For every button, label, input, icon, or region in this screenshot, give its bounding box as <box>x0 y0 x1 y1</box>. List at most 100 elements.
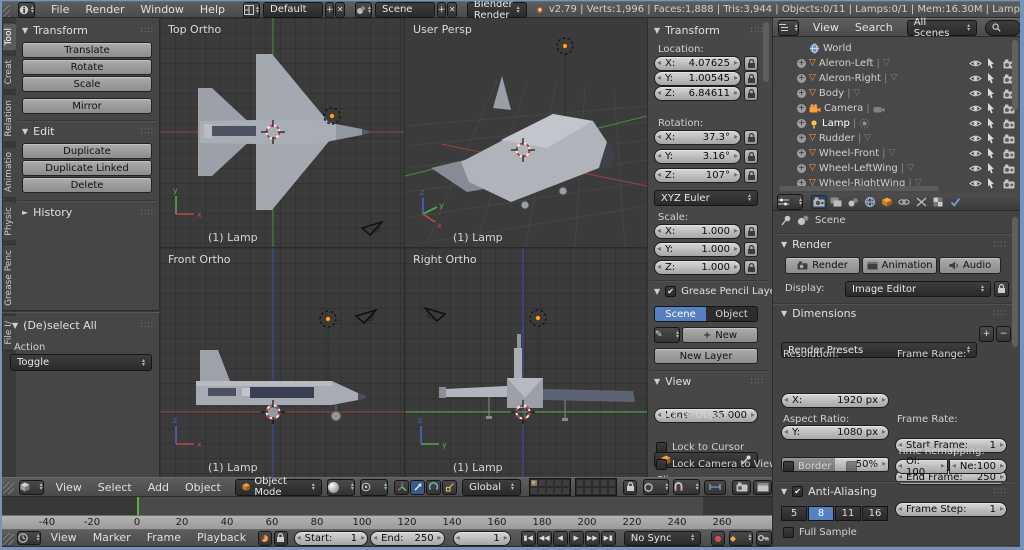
rotation-mode-select[interactable]: XYZ Euler <box>654 190 758 206</box>
action-select[interactable]: Toggle <box>10 354 152 371</box>
menu-item[interactable]: View <box>805 19 847 36</box>
remap-new-field[interactable]: Ne:100 <box>948 459 1007 474</box>
lock-button[interactable] <box>744 168 758 183</box>
opengl-render-animation-button[interactable] <box>753 479 772 495</box>
lock-button[interactable] <box>744 86 758 101</box>
outliner-row[interactable]: ▽ Aleron-Right | ▽ <box>773 71 1015 86</box>
shelf-button[interactable]: Delete <box>22 177 152 193</box>
border-checkbox[interactable] <box>783 461 794 472</box>
resolution-y-field[interactable]: Y:1080 px <box>781 425 889 440</box>
visibility-eye-toggle[interactable] <box>969 119 982 128</box>
shelf-tab[interactable]: Physic <box>2 200 16 242</box>
panel-drag-icon[interactable]: ∷∷ <box>994 309 1007 319</box>
visibility-eye-toggle[interactable] <box>969 59 982 68</box>
n-panel-scrollbar[interactable] <box>763 22 769 82</box>
shelf-tab[interactable]: Grease Penc <box>2 244 16 313</box>
aa-sample-button[interactable]: 5 <box>781 506 807 521</box>
camera-object[interactable] <box>355 309 377 324</box>
panel-drag-icon[interactable]: ∷∷ <box>141 208 154 218</box>
camera-object[interactable] <box>424 307 446 322</box>
play-button[interactable]: ▶ <box>568 530 584 546</box>
tab-object[interactable] <box>879 195 895 209</box>
next-keyframe-button[interactable]: ▶▶ <box>584 530 600 546</box>
editor-type-button[interactable] <box>19 479 44 495</box>
viewport-top-ortho[interactable]: y x Top Ortho (1) Lamp <box>160 18 405 248</box>
screen-layout-icon-button[interactable] <box>242 1 260 18</box>
selectability-toggle[interactable] <box>987 133 995 144</box>
remap-old-field[interactable]: Ol: 100 <box>895 456 948 478</box>
renderability-toggle[interactable] <box>1003 179 1015 189</box>
location-value-field[interactable]: Y:1.00545 <box>654 71 741 86</box>
lock-button[interactable] <box>744 56 758 71</box>
jump-to-start-button[interactable]: ▮◀ <box>520 530 536 546</box>
viewport-right-ortho[interactable]: z y Right Ortho (1) Lamp <box>405 248 647 477</box>
aa-sample-button[interactable]: 11 <box>835 506 861 521</box>
close-scene-button[interactable]: ✕ <box>447 1 457 18</box>
lock-to-scene-button[interactable] <box>622 479 638 495</box>
lamp-object[interactable] <box>319 310 337 328</box>
menu-item[interactable]: Object <box>177 479 229 496</box>
outliner-row[interactable]: ▽ Wheel-Front | ▽ <box>773 146 1015 161</box>
outliner-row[interactable]: ▽ Lamp | ▽ <box>773 116 1015 131</box>
panel-drag-icon[interactable]: ∷∷ <box>994 487 1007 497</box>
visibility-eye-toggle[interactable] <box>969 134 982 143</box>
panel-title-render[interactable]: ▼ Render ∷∷ <box>781 238 1007 251</box>
menu-item[interactable]: View <box>48 479 90 496</box>
panel-drag-icon[interactable]: ∷∷ <box>751 377 764 387</box>
mirror-button[interactable]: Mirror <box>22 98 152 114</box>
layer-group-1[interactable] <box>528 478 571 496</box>
selectability-toggle[interactable] <box>987 178 995 189</box>
frame-start-field[interactable]: Start:1 <box>293 530 369 546</box>
proportional-edit-select[interactable] <box>643 479 670 495</box>
lock-button[interactable] <box>744 149 758 164</box>
aa-sample-button[interactable]: 8 <box>808 506 834 521</box>
manipulator-toggle-button[interactable] <box>394 479 410 495</box>
expand-icon[interactable] <box>797 89 806 98</box>
auto-keyframe-button[interactable]: ● <box>711 530 725 546</box>
menu-item[interactable]: Render <box>77 1 132 18</box>
visibility-eye-toggle[interactable] <box>969 179 982 188</box>
menu-item[interactable]: Window <box>133 1 192 18</box>
panel-drag-icon[interactable]: ∷∷ <box>141 321 154 331</box>
renderability-toggle[interactable] <box>1003 134 1015 144</box>
snap-select[interactable] <box>673 479 700 495</box>
add-layout-button[interactable]: + <box>324 1 335 18</box>
shelf-button[interactable]: Duplicate <box>22 143 152 159</box>
menu-item[interactable]: Frame <box>139 530 189 546</box>
draw-mode-button[interactable]: ✎ <box>654 327 680 343</box>
lamp-object[interactable] <box>556 37 574 55</box>
panel-title-grease-pencil[interactable]: ▼ ✔ Grease Pencil Layers <box>654 286 785 297</box>
shelf-button[interactable]: Rotate <box>22 59 152 75</box>
lamp-object[interactable] <box>529 309 547 327</box>
panel-drag-icon[interactable]: ∷∷ <box>751 26 764 36</box>
tab-constraints[interactable] <box>896 195 912 209</box>
gp-new-button[interactable]: + New <box>682 327 758 343</box>
visibility-eye-toggle[interactable] <box>969 89 982 98</box>
panel-title-view[interactable]: ▼ View ∷∷ <box>654 375 764 388</box>
aa-sample-button[interactable]: 16 <box>862 506 888 521</box>
anti-aliasing-checkbox[interactable]: ✔ <box>792 486 804 497</box>
menu-item[interactable]: View <box>43 530 85 546</box>
lock-camera-checkbox[interactable] <box>656 459 667 470</box>
outliner-hscrollbar[interactable] <box>779 186 939 191</box>
tab-scene[interactable] <box>845 195 861 209</box>
mode-select[interactable]: Object Mode <box>234 476 322 498</box>
frame-end-field[interactable]: End:250 <box>370 530 445 546</box>
scale-value-field[interactable]: X:1.000 <box>654 224 741 239</box>
renderability-toggle[interactable] <box>1003 149 1015 159</box>
shelf-tab[interactable]: Tool <box>2 22 16 52</box>
viewport-front-ortho[interactable]: z x Front Ortho (1) Lamp <box>160 248 405 477</box>
layer-group-2[interactable] <box>574 478 617 496</box>
lock-button[interactable] <box>744 71 758 86</box>
play-reverse-button[interactable]: ◀ <box>552 530 568 546</box>
panel-title-dimensions[interactable]: ▼ Dimensions ∷∷ <box>781 307 1007 320</box>
panel-title-history[interactable]: ► History ∷∷ <box>22 206 154 219</box>
menu-item[interactable]: Search <box>847 19 901 36</box>
selectability-toggle[interactable] <box>987 73 995 84</box>
lock-button[interactable] <box>744 242 758 257</box>
tab-render[interactable] <box>811 194 827 209</box>
tab-object[interactable]: Object <box>706 307 757 321</box>
location-value-field[interactable]: X:4.07625 <box>654 56 741 71</box>
screen-layout-field[interactable]: Default <box>263 1 323 18</box>
region-grip[interactable] <box>3 532 14 545</box>
